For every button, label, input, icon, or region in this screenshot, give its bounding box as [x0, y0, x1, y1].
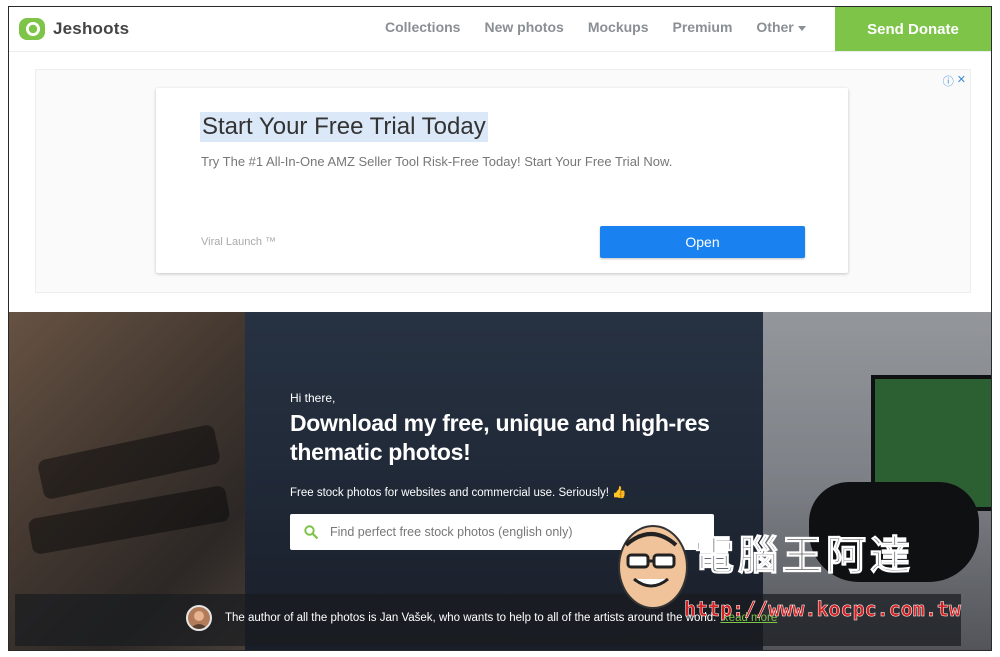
chevron-down-icon	[797, 25, 806, 31]
ad-container: ⓘ ✕ Start Your Free Trial Today Try The …	[35, 69, 971, 293]
ad-description: Try The #1 All-In-One AMZ Seller Tool Ri…	[201, 154, 673, 169]
search-bar[interactable]	[290, 514, 714, 550]
ad-open-button[interactable]: Open	[600, 226, 805, 258]
nav-link-mockups[interactable]: Mockups	[588, 19, 649, 35]
brand-name: Jeshoots	[53, 19, 130, 38]
nav-link-other[interactable]: Other	[756, 19, 806, 35]
hero-subtitle: Free stock photos for websites and comme…	[290, 487, 627, 499]
site-logo[interactable]: Jeshoots	[19, 15, 129, 43]
nav-menu: Collections New photos Mockups Premium O…	[385, 7, 830, 47]
credit-text: The author of all the photos is Jan Vaše…	[225, 612, 777, 624]
send-donate-button[interactable]: Send Donate	[835, 7, 991, 51]
ad-brand: Viral Launch ™	[201, 236, 277, 248]
author-credit-bar: The author of all the photos is Jan Vaše…	[15, 594, 961, 646]
top-navbar: Jeshoots Collections New photos Mockups …	[9, 7, 991, 52]
read-more-link[interactable]: Read more	[720, 612, 777, 624]
search-input[interactable]	[328, 524, 712, 540]
avatar	[186, 605, 212, 631]
ad-close-icon[interactable]: ✕	[957, 73, 966, 89]
hero-title: Download my free, unique and high-res th…	[290, 410, 710, 465]
nav-link-other-label: Other	[756, 19, 794, 35]
nav-link-premium[interactable]: Premium	[673, 19, 733, 35]
browser-viewport: Jeshoots Collections New photos Mockups …	[8, 6, 992, 651]
ad-controls: ⓘ ✕	[943, 73, 966, 89]
nav-link-new-photos[interactable]: New photos	[484, 19, 563, 35]
ad-title: Start Your Free Trial Today	[200, 112, 488, 142]
ad-card[interactable]: Start Your Free Trial Today Try The #1 A…	[156, 88, 848, 273]
credit-sentence: The author of all the photos is Jan Vaše…	[225, 612, 717, 624]
search-icon	[304, 525, 318, 539]
logo-icon	[19, 18, 45, 40]
nav-link-collections[interactable]: Collections	[385, 19, 460, 35]
ad-info-icon[interactable]: ⓘ	[943, 73, 954, 89]
hero-banner: Hi there, Download my free, unique and h…	[9, 312, 991, 650]
hero-greeting: Hi there,	[290, 391, 336, 405]
